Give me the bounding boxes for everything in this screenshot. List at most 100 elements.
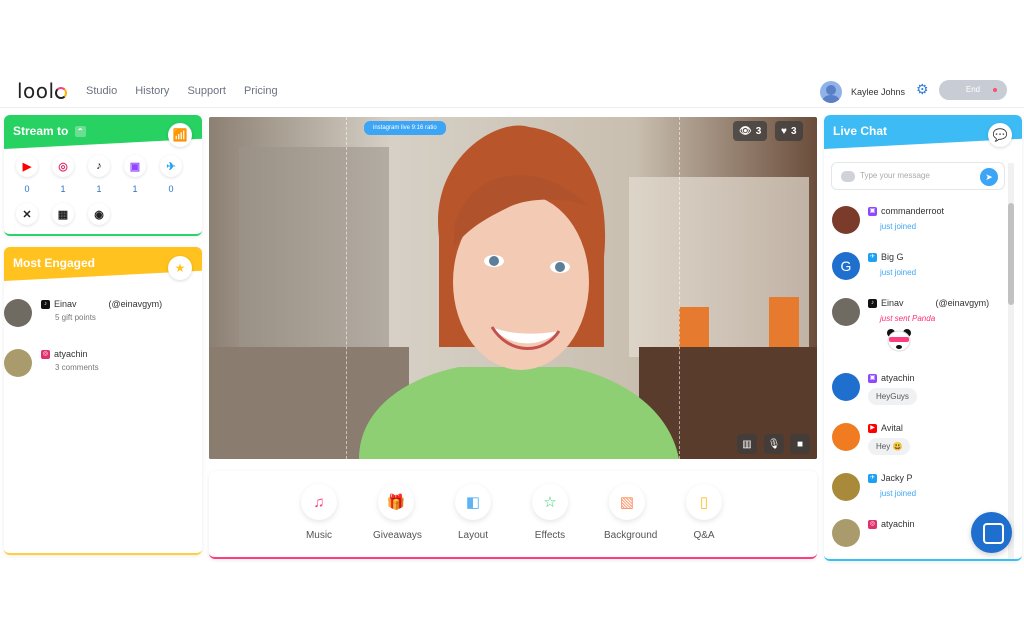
stream-to-panel: Stream to ⌃ 📶 ▶ 0 ◎ 1 ♪ 1 ▣ 1 ✈ 0 ✕ ▦ ◉ (4, 115, 202, 236)
chat-author: Avital (881, 423, 903, 433)
avatar (832, 423, 860, 451)
message-icon (841, 171, 855, 182)
live-chat-title: Live Chat (833, 124, 888, 138)
engaged-name: Einav (54, 299, 77, 309)
tool-label: Effects (534, 530, 566, 541)
tool-label: Q&A (693, 530, 715, 541)
instagram-icon: ◎ (41, 349, 50, 359)
avatar: G (832, 252, 860, 280)
platform-youtube[interactable]: ▶ 0 (16, 155, 38, 194)
star-icon: ★ (168, 256, 192, 280)
nav-link-support[interactable]: Support (187, 85, 226, 97)
chat-text: Hey 😃 (868, 438, 911, 455)
engaged-item[interactable]: ♪ Einav (@einavgym) 5 gift points (4, 299, 202, 331)
effects-button[interactable]: ☆ Effects (527, 484, 573, 541)
tool-list: ♫ Music 🎁 Giveaways ◧ Layout ☆ Effects ▧ Back… (296, 484, 727, 541)
platform-twitch[interactable]: ▣ 1 (124, 155, 146, 194)
engaged-sub: 3 comments (55, 363, 99, 372)
twitch-icon: ▣ (124, 155, 146, 177)
most-engaged-panel: Most Engaged ★ ♪ Einav (@einavgym) 5 gift … (4, 247, 202, 555)
user-menu[interactable]: Kaylee Johns (819, 81, 905, 103)
chat-text: HeyGuys (868, 388, 917, 405)
nav-link-history[interactable]: History (135, 85, 169, 97)
twitch-icon: ▣ (868, 206, 877, 216)
crop-guide-left (346, 117, 347, 459)
platform-tiktok[interactable]: ♪ 1 (88, 155, 110, 194)
top-nav: lool Studio History Support Pricing Kayl… (0, 76, 1024, 108)
app-root: lool Studio History Support Pricing Kayl… (0, 0, 1024, 640)
music-button[interactable]: ♫ Music (296, 484, 342, 541)
twitter-icon: ✈ (160, 155, 182, 177)
heart-icon: ♥ (781, 125, 787, 137)
video-preview[interactable]: instagram live 9:16 ratio 👁 3 ♥ 3 ▥ 🎙 ■ (209, 117, 817, 459)
chat-author: atyachin (881, 373, 915, 383)
user-avatar[interactable] (819, 81, 842, 103)
giveaways-button[interactable]: 🎁 Giveaways (373, 484, 422, 541)
chat-message-input[interactable]: Type your message ➤ (831, 162, 1005, 190)
chevron-up-icon[interactable]: ⌃ (74, 126, 86, 137)
stream-to-title: Stream to (13, 124, 69, 138)
tiktok-icon: ♪ (868, 298, 877, 308)
viewers-badge: 👁 3 (733, 121, 768, 141)
tool-label: Background (604, 530, 658, 541)
avatar (832, 298, 860, 326)
avatar (832, 473, 860, 501)
platform-list: ▶ 0 ◎ 1 ♪ 1 ▣ 1 ✈ 0 (16, 155, 182, 194)
avatar (4, 349, 32, 377)
app-logo[interactable]: lool (17, 79, 67, 103)
chat-scroll-thumb[interactable] (1008, 203, 1014, 305)
camera-icon[interactable]: ■ (790, 434, 810, 454)
chat-author: commanderroot (881, 206, 945, 216)
likes-count: 3 (790, 125, 797, 137)
live-dot-icon (993, 88, 997, 92)
twitter-icon: ✈ (868, 252, 877, 262)
chat-author: atyachin (881, 519, 915, 529)
chat-author: Einav (881, 298, 904, 308)
video-frame (209, 117, 817, 459)
nav-link-studio[interactable]: Studio (86, 85, 117, 97)
layout-icon: ◧ (455, 484, 491, 520)
pixel-icon[interactable]: ✕ (16, 203, 38, 225)
twitch-count: 1 (132, 184, 138, 194)
live-chat-panel: Live Chat 💬 Type your message ➤ ▣ command… (824, 115, 1022, 561)
rss-icon[interactable]: 📶 (168, 123, 192, 147)
help-chat-button[interactable] (971, 512, 1012, 553)
star-icon: ☆ (532, 484, 568, 520)
tool-label: Layout (457, 530, 489, 541)
nav-link-pricing[interactable]: Pricing (244, 85, 278, 97)
twitch-icon: ▣ (868, 373, 877, 383)
viewers-count: 3 (755, 125, 762, 137)
twitter-count: 0 (168, 184, 174, 194)
layout-button[interactable]: ◧ Layout (450, 484, 496, 541)
gear-icon[interactable]: ⚙ (916, 82, 930, 96)
tiktok-icon: ♪ (88, 155, 110, 177)
background-button[interactable]: ▧ Background (604, 484, 658, 541)
end-stream-button[interactable]: End (939, 80, 1007, 100)
book-icon[interactable]: ▥ (737, 434, 757, 454)
eye-icon: 👁 (739, 125, 752, 137)
chat-scrollbar[interactable] (1008, 163, 1014, 559)
qa-icon: ▯ (686, 484, 722, 520)
instagram-icon: ◎ (52, 155, 74, 177)
engaged-sub: 5 gift points (55, 313, 96, 322)
bot-icon[interactable]: ▦ (52, 203, 74, 225)
tool-label: Music (305, 530, 333, 541)
most-engaged-title: Most Engaged (13, 256, 96, 270)
image-icon: ▧ (609, 484, 645, 520)
circle-icon[interactable]: ◉ (88, 203, 110, 225)
chat-text: just joined (880, 222, 917, 231)
chat-text: just sent Panda (880, 314, 936, 323)
mic-off-icon[interactable]: 🎙 (764, 434, 784, 454)
platform-twitter[interactable]: ✈ 0 (160, 155, 182, 194)
twitter-icon: ✈ (868, 473, 877, 483)
engaged-item[interactable]: ◎ atyachin 3 comments (4, 349, 202, 381)
instagram-count: 1 (60, 184, 66, 194)
chat-text: just joined (880, 268, 917, 277)
chat-placeholder: Type your message (860, 171, 930, 180)
platform-instagram[interactable]: ◎ 1 (52, 155, 74, 194)
studio-toolbar: ♫ Music 🎁 Giveaways ◧ Layout ☆ Effects ▧ Back… (209, 471, 817, 559)
crop-guide-right (679, 117, 680, 459)
send-icon[interactable]: ➤ (980, 168, 998, 186)
chat-text: just joined (880, 489, 917, 498)
qa-button[interactable]: ▯ Q&A (681, 484, 727, 541)
